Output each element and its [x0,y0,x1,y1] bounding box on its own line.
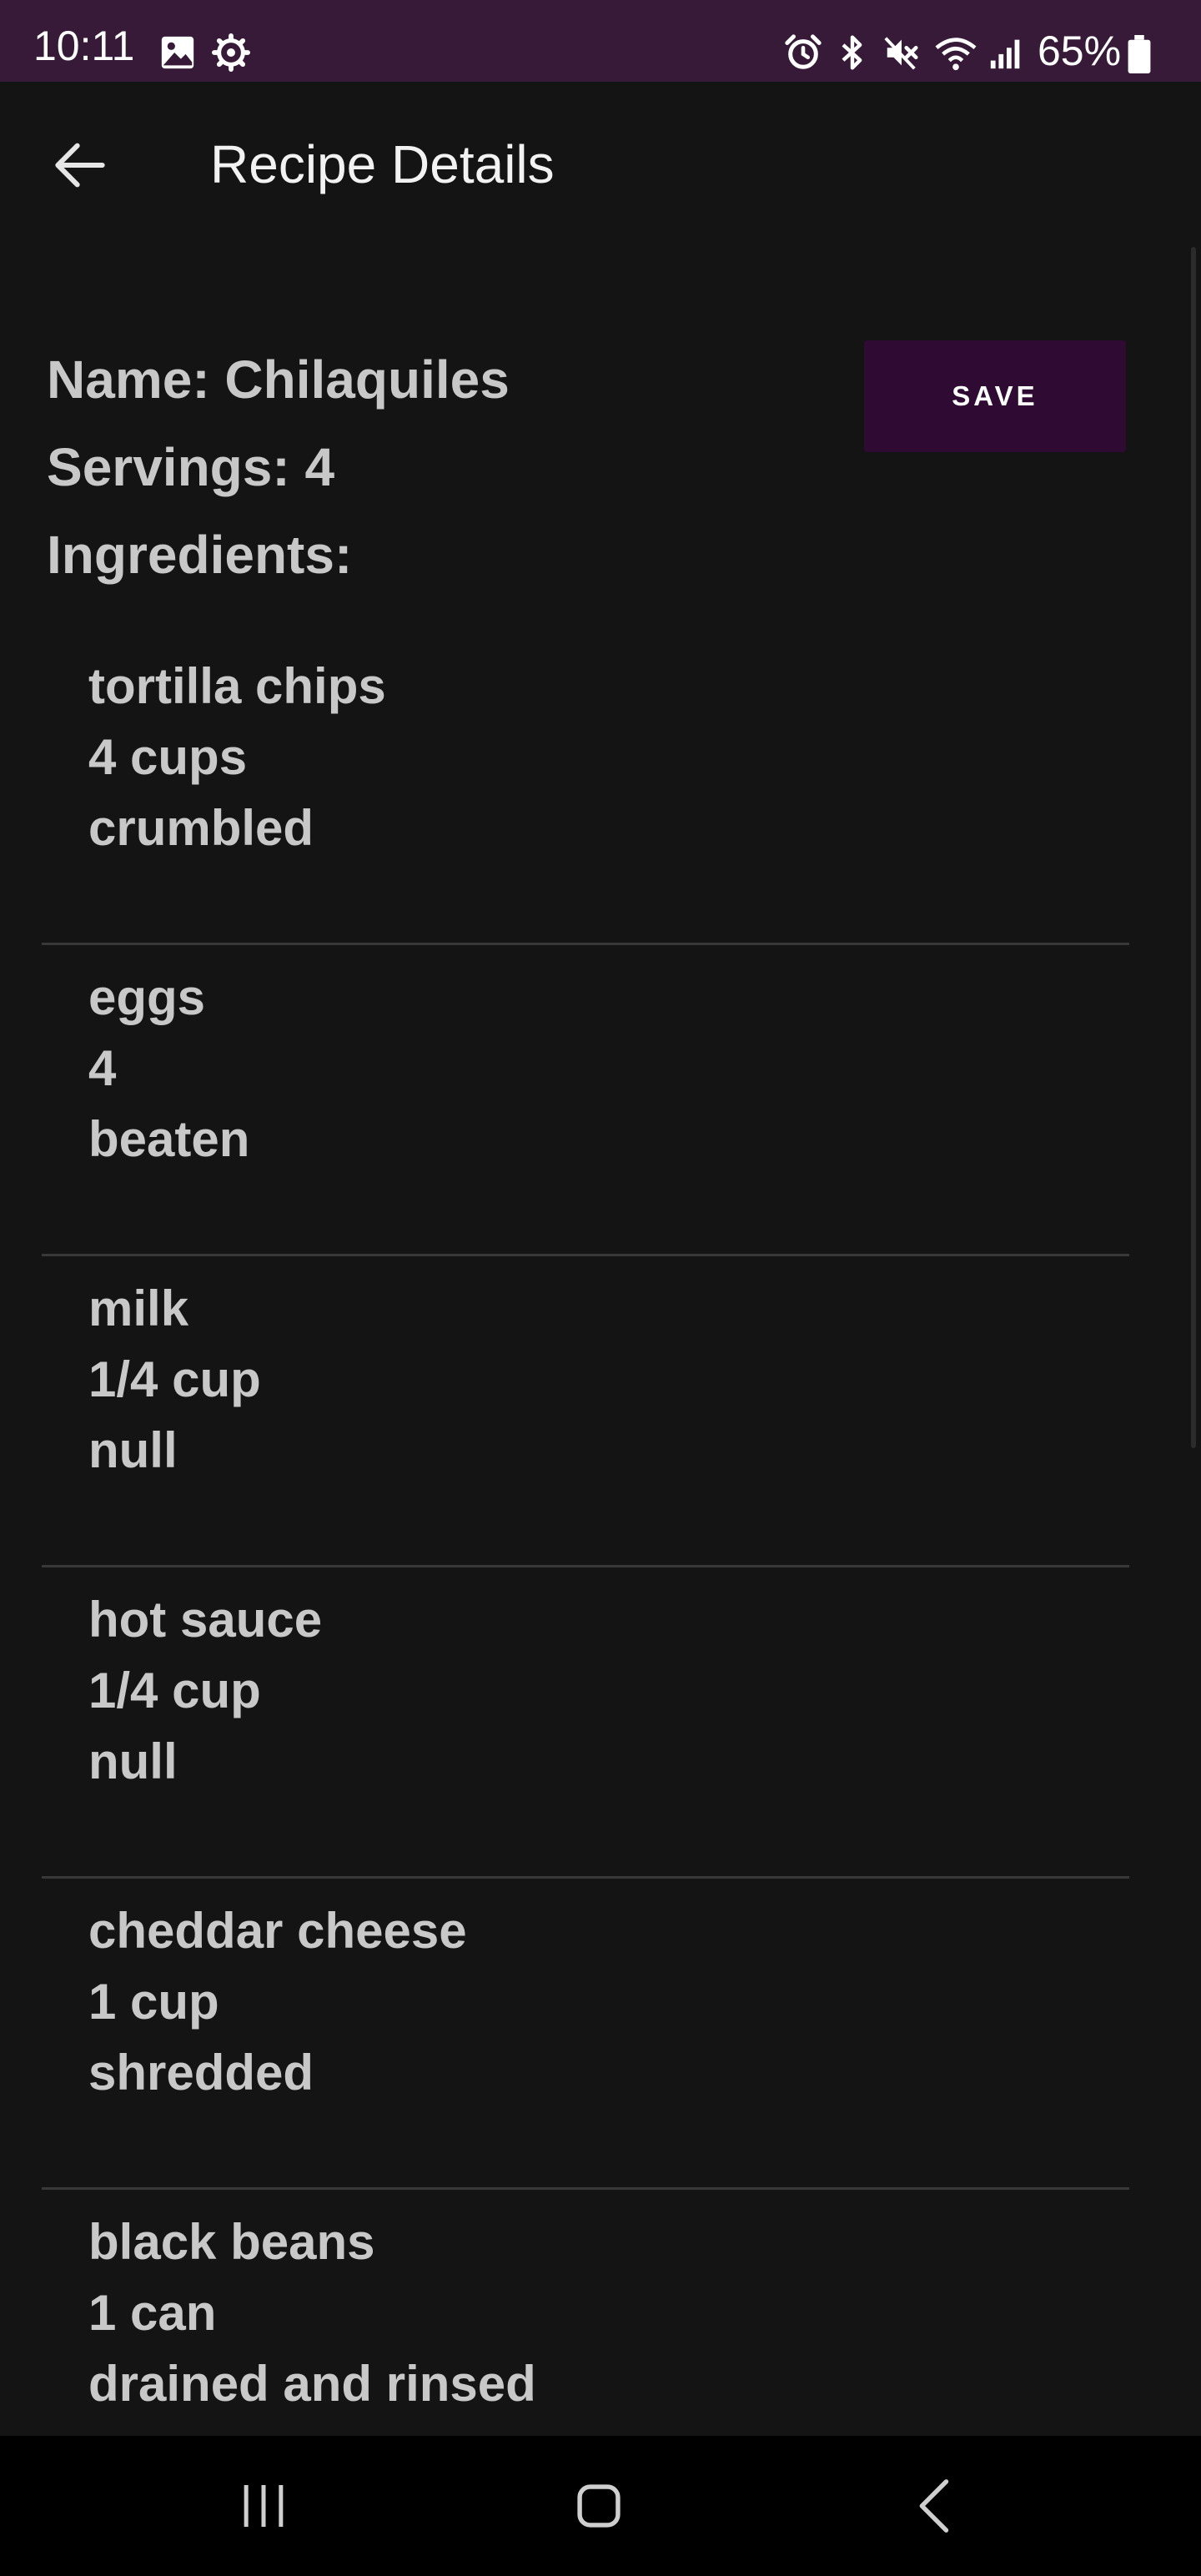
back-icon[interactable] [894,2464,977,2548]
mute-icon [884,37,918,70]
ingredient-quantity: 4 [88,1040,117,1096]
ingredient-preparation: crumbled [88,800,314,856]
ingredient-name: milk [88,1280,189,1336]
ingredient-name: tortilla chips [88,658,386,714]
ingredient-name: cheddar cheese [88,1903,467,1959]
ingredient-preparation: beaten [88,1111,250,1167]
ingredient-quantity: 1/4 cup [88,1351,261,1407]
navigation-bar [0,2436,1201,2576]
recipe-servings: Servings: 4 [47,437,335,497]
ingredient-preparation: shredded [88,2045,314,2101]
home-icon[interactable] [557,2464,641,2548]
battery-percent: 65% [1038,28,1122,74]
alarm-icon [785,34,822,69]
ingredient-name: hot sauce [88,1592,323,1648]
ingredients-label: Ingredients: [47,525,353,585]
arrow-left-icon[interactable] [47,132,113,199]
ingredient-item[interactable]: cheddar cheese 1 cup shredded [42,1879,1129,2190]
ingredient-preparation: null [88,1422,178,1478]
signal-icon [990,39,1020,69]
ingredient-name: black beans [88,2214,375,2270]
settings-icon [212,33,250,72]
app-bar: Recipe Details [0,82,1201,252]
ingredient-quantity: 1 can [88,2285,217,2341]
ingredient-item[interactable]: tortilla chips 4 cups crumbled [42,634,1129,945]
scrollbar[interactable] [1191,247,1196,1448]
ingredient-quantity: 1 cup [88,1974,219,2030]
gallery-icon [161,36,194,69]
recipe-name: Name: Chilaquiles [47,350,510,410]
ingredient-item[interactable]: milk 1/4 cup null [42,1256,1129,1567]
ingredient-name: eggs [88,969,206,1025]
wifi-icon [935,38,977,71]
ingredient-item[interactable]: black beans 1 can drained and rinsed [42,2190,1129,2436]
recent-apps-icon[interactable] [222,2464,305,2548]
ingredient-preparation: drained and rinsed [88,2356,536,2412]
ingredient-item[interactable]: eggs 4 beaten [42,945,1129,1256]
status-time: 10:11 [33,23,135,69]
ingredient-quantity: 4 cups [88,729,248,785]
page-title: Recipe Details [210,134,555,194]
bluetooth-icon [842,35,862,70]
screen: 10:11 65% Recipe Details Name: Chilaquil… [0,0,1201,2576]
battery-icon [1128,35,1151,73]
ingredient-item[interactable]: hot sauce 1/4 cup null [42,1567,1129,1879]
ingredient-quantity: 1/4 cup [88,1663,261,1718]
ingredient-list: tortilla chips 4 cups crumbled eggs 4 be… [42,634,1129,2436]
status-bar: 10:11 65% [0,0,1201,82]
ingredient-preparation: null [88,1733,178,1789]
save-button[interactable]: SAVE [864,340,1126,452]
